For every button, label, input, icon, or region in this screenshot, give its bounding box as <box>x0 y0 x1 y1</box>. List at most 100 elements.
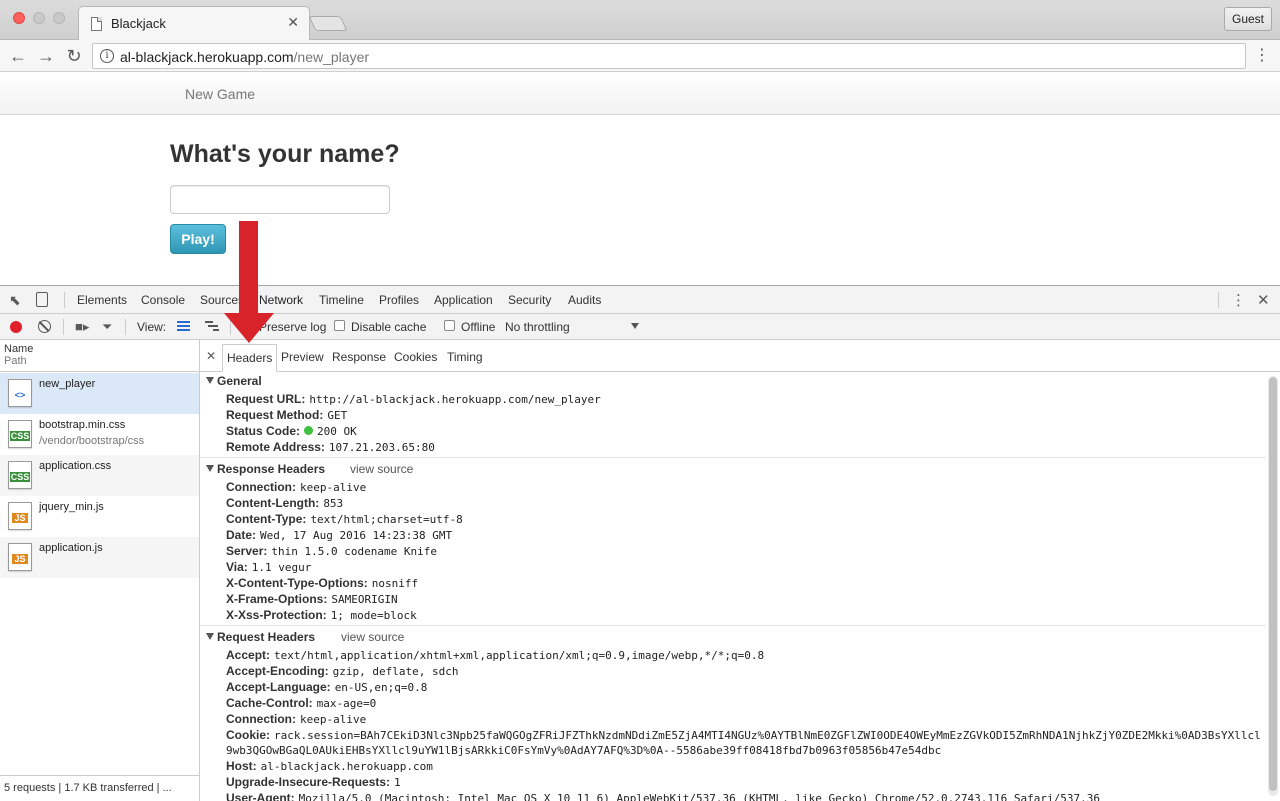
site-navbar: New Game <box>0 73 1280 115</box>
throttling-select[interactable]: No throttling <box>505 320 570 334</box>
cookie-header-row: Cookie: rack.session=BAh7CEkiD3Nlc3Npb25f… <box>226 728 1261 757</box>
close-devtools-icon[interactable]: ✕ <box>1257 291 1270 309</box>
request-row[interactable]: CSS bootstrap.min.css /vendor/bootstrap/… <box>0 414 199 455</box>
browser-menu-icon[interactable]: ⋮ <box>1254 46 1270 66</box>
site-info-icon[interactable]: i <box>100 49 114 63</box>
tab-cookies[interactable]: Cookies <box>394 350 437 364</box>
headers-scrollbar[interactable] <box>1268 376 1278 796</box>
new-tab-button[interactable] <box>308 16 348 31</box>
header-row: Via: 1.1 vegur <box>226 560 312 574</box>
header-row: Connection: keep-alive <box>226 712 367 726</box>
html-file-icon: <> <box>8 379 32 407</box>
screenshot-camera-icon[interactable]: ■▸ <box>75 320 89 334</box>
header-row: Host: al-blackjack.herokuapp.com <box>226 759 433 773</box>
network-toolbar: ■▸ ⏷ View: Preserve log Disable cache Of… <box>0 314 1280 340</box>
header-row: X-Content-Type-Options: nosniff <box>226 576 419 590</box>
scrollbar-thumb[interactable] <box>1269 377 1277 791</box>
request-name: jquery_min.js <box>39 501 104 513</box>
request-list: Name Path <> new_player CSS bootstrap.mi… <box>0 340 200 801</box>
tab-elements[interactable]: Elements <box>77 293 127 307</box>
header-row: Date: Wed, 17 Aug 2016 14:23:38 GMT <box>226 528 453 542</box>
disable-cache-label: Disable cache <box>351 320 427 334</box>
clear-icon[interactable] <box>38 320 51 333</box>
request-row[interactable]: JS application.js <box>0 537 199 578</box>
back-arrow-icon[interactable]: ← <box>7 45 29 67</box>
tab-profiles[interactable]: Profiles <box>379 293 419 307</box>
tab-security[interactable]: Security <box>508 293 551 307</box>
request-name: application.js <box>39 542 103 554</box>
close-detail-icon[interactable]: ✕ <box>206 349 216 363</box>
collapse-triangle-icon <box>206 633 214 640</box>
record-icon[interactable] <box>10 321 22 333</box>
toolbar-divider <box>64 292 65 308</box>
new-game-link[interactable]: New Game <box>185 86 255 102</box>
annotation-arrow-shaft <box>239 221 258 315</box>
device-mode-icon[interactable] <box>36 292 48 307</box>
request-name: application.css <box>39 460 112 472</box>
disable-cache-checkbox[interactable] <box>334 320 345 331</box>
request-row[interactable]: CSS application.css <box>0 455 199 496</box>
offline-checkbox[interactable] <box>444 320 455 331</box>
general-section-toggle[interactable]: General <box>206 374 262 388</box>
tab-headers[interactable]: Headers <box>222 344 278 372</box>
chevron-down-icon[interactable] <box>631 323 639 329</box>
play-button[interactable]: Play! <box>170 224 226 254</box>
page-heading: What's your name? <box>170 140 400 168</box>
tab-sources[interactable]: Sources <box>200 293 244 307</box>
collapse-triangle-icon <box>206 465 214 472</box>
minimize-window-button[interactable] <box>33 12 45 24</box>
header-row: X-Frame-Options: SAMEORIGIN <box>226 592 398 606</box>
request-list-header[interactable]: Name Path <box>0 340 199 372</box>
devtools-panel: ⬉ Elements Console Sources Network Timel… <box>0 285 1280 801</box>
header-row: Accept: text/html,application/xhtml+xml,a… <box>226 648 765 662</box>
section-divider <box>200 457 1266 458</box>
url-text: al-blackjack.herokuapp.com/new_player <box>120 49 370 65</box>
forward-arrow-icon[interactable]: → <box>35 45 57 67</box>
header-row: Content-Type: text/html;charset=utf-8 <box>226 512 463 526</box>
tab-timing[interactable]: Timing <box>447 350 483 364</box>
filter-icon[interactable]: ⏷ <box>102 320 112 334</box>
tab-timeline[interactable]: Timeline <box>319 293 364 307</box>
header-row: Accept-Language: en-US,en;q=0.8 <box>226 680 428 694</box>
tab-application[interactable]: Application <box>434 293 493 307</box>
toolbar-divider <box>63 319 64 335</box>
header-row: Cache-Control: max-age=0 <box>226 696 377 710</box>
request-name: new_player <box>39 378 96 390</box>
request-row[interactable]: JS jquery_min.js <box>0 496 199 537</box>
collapse-triangle-icon <box>206 377 214 384</box>
inspect-element-icon[interactable]: ⬉ <box>9 293 21 307</box>
request-headers-section-toggle[interactable]: Request Headers <box>206 630 315 644</box>
close-window-button[interactable] <box>13 12 25 24</box>
view-source-link[interactable]: view source <box>341 630 404 644</box>
section-divider <box>200 625 1266 626</box>
js-file-icon: JS <box>8 543 32 571</box>
view-source-link[interactable]: view source <box>350 462 413 476</box>
tab-response[interactable]: Response <box>332 350 386 364</box>
response-headers-section-toggle[interactable]: Response Headers <box>206 462 325 476</box>
header-row: Upgrade-Insecure-Requests: 1 <box>226 775 401 789</box>
close-tab-icon[interactable]: ✕ <box>287 14 299 31</box>
browser-tabstrip: Blackjack ✕ Guest <box>0 0 1280 41</box>
request-detail-pane: ✕ Headers Preview Response Cookies Timin… <box>200 340 1280 801</box>
toolbar-divider <box>125 319 126 335</box>
browser-tab[interactable]: Blackjack ✕ <box>78 6 310 41</box>
tab-network[interactable]: Network <box>259 293 303 307</box>
annotation-arrow-head <box>224 313 274 343</box>
header-row: Remote Address: 107.21.203.65:80 <box>226 440 435 454</box>
overview-waterfall-icon[interactable] <box>205 321 219 332</box>
reload-icon[interactable]: ↻ <box>63 45 85 67</box>
request-row[interactable]: <> new_player <box>0 373 199 414</box>
maximize-window-button[interactable] <box>53 12 65 24</box>
large-rows-list-icon[interactable] <box>177 321 190 332</box>
tab-preview[interactable]: Preview <box>281 350 324 364</box>
tab-audits[interactable]: Audits <box>568 293 601 307</box>
address-bar[interactable]: i al-blackjack.herokuapp.com/new_player <box>92 43 1246 69</box>
devtools-menu-icon[interactable]: ⋮ <box>1231 291 1246 309</box>
header-row: Connection: keep-alive <box>226 480 367 494</box>
css-file-icon: CSS <box>8 461 32 489</box>
status-ok-icon <box>304 426 314 435</box>
player-name-input[interactable] <box>170 185 390 214</box>
tab-console[interactable]: Console <box>141 293 185 307</box>
profile-button[interactable]: Guest <box>1223 7 1272 31</box>
header-row: Server: thin 1.5.0 codename Knife <box>226 544 437 558</box>
